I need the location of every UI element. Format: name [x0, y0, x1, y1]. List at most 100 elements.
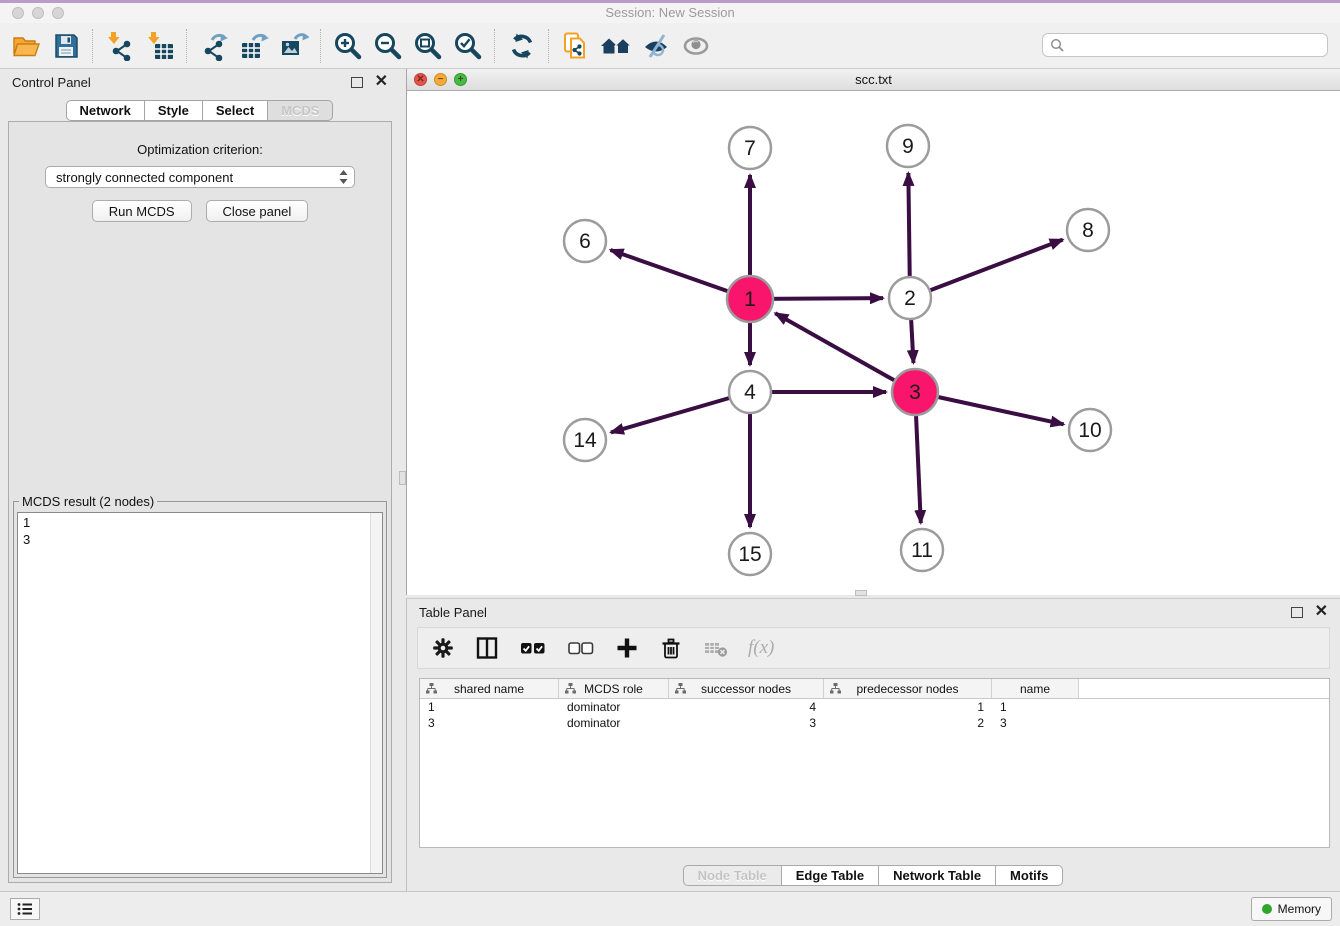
zoom-in-button[interactable] [328, 26, 368, 66]
import-table-button[interactable] [140, 26, 180, 66]
table-cell[interactable]: 1 [420, 700, 559, 714]
table-cell[interactable]: 1 [992, 700, 1079, 714]
table-cell[interactable]: dominator [559, 716, 669, 730]
tab-select[interactable]: Select [202, 100, 268, 121]
first-neighbors-button[interactable] [596, 26, 636, 66]
function-builder-icon[interactable]: f(x) [748, 637, 774, 659]
apply-layout-button[interactable] [502, 26, 542, 66]
table-panel-title: Table Panel [419, 605, 487, 620]
create-column-button[interactable] [614, 635, 640, 661]
graph-node-10[interactable]: 10 [1069, 409, 1111, 451]
table-row[interactable]: 1dominator411 [420, 699, 1329, 715]
graph-node-1[interactable]: 1 [727, 276, 773, 322]
column-header-name[interactable]: name [992, 679, 1079, 698]
graph-edge-2-8[interactable] [910, 240, 1063, 298]
table-cell[interactable]: dominator [559, 700, 669, 714]
save-session-button[interactable] [46, 26, 86, 66]
table-cell[interactable]: 3 [992, 716, 1079, 730]
table-cell[interactable]: 1 [824, 700, 992, 714]
control-panel: Control Panel ✕ Network Style Select MCD… [0, 69, 400, 887]
network-minimize-button[interactable]: − [434, 73, 447, 86]
export-image-icon [279, 31, 309, 61]
delete-table-button[interactable] [702, 635, 730, 661]
column-header-MCDS-role[interactable]: MCDS role [559, 679, 669, 698]
table-cell[interactable]: 3 [420, 716, 559, 730]
tab-network-table[interactable]: Network Table [878, 865, 996, 886]
graph-node-3[interactable]: 3 [892, 369, 938, 415]
traffic-lights [12, 7, 64, 19]
export-network-button[interactable] [194, 26, 234, 66]
run-mcds-button[interactable]: Run MCDS [92, 200, 192, 222]
column-sort-icon [830, 683, 841, 694]
network-canvas[interactable]: 7 9 6 8 1 2 4 3 14 10 15 11 [407, 91, 1340, 595]
delete-column-button[interactable] [658, 635, 684, 661]
tab-edge-table[interactable]: Edge Table [781, 865, 879, 886]
table-cell[interactable]: 3 [669, 716, 824, 730]
table-panel: Table Panel ✕ [406, 598, 1340, 893]
table-cell[interactable]: 2 [824, 716, 992, 730]
table-cell[interactable]: 4 [669, 700, 824, 714]
select-all-columns-button[interactable] [518, 635, 548, 661]
deselect-all-columns-button[interactable] [566, 635, 596, 661]
toolbar-separator [320, 29, 322, 63]
import-network-button[interactable] [100, 26, 140, 66]
float-panel-icon[interactable] [351, 77, 363, 88]
graph-node-2[interactable]: 2 [889, 277, 931, 319]
export-image-button[interactable] [274, 26, 314, 66]
homes-icon [600, 31, 632, 61]
memory-status-icon [1262, 904, 1272, 914]
zoom-fit-button[interactable] [408, 26, 448, 66]
zoom-in-icon [333, 31, 363, 61]
network-maximize-button[interactable]: + [454, 73, 467, 86]
tab-style[interactable]: Style [144, 100, 203, 121]
network-close-button[interactable]: ✕ [414, 73, 427, 86]
graph-node-label: 2 [904, 287, 916, 310]
zoom-selected-button[interactable] [448, 26, 488, 66]
export-table-button[interactable] [234, 26, 274, 66]
column-sort-icon [426, 683, 437, 694]
graph-node-15[interactable]: 15 [729, 533, 771, 575]
splitter-grip-horizontal[interactable] [855, 590, 867, 596]
tab-motifs[interactable]: Motifs [995, 865, 1063, 886]
close-table-panel-icon[interactable]: ✕ [1315, 607, 1328, 617]
column-header-shared-name[interactable]: shared name [420, 679, 559, 698]
window-close-button[interactable] [12, 7, 24, 19]
graph-node-6[interactable]: 6 [564, 220, 606, 262]
graph-node-14[interactable]: 14 [564, 419, 606, 461]
hide-details-button[interactable] [636, 26, 676, 66]
column-header-predecessor-nodes[interactable]: predecessor nodes [824, 679, 992, 698]
node-table: shared nameMCDS rolesuccessor nodesprede… [419, 678, 1330, 848]
task-history-button[interactable] [10, 898, 40, 920]
graph-node-label: 10 [1078, 419, 1101, 442]
float-table-panel-icon[interactable] [1291, 607, 1303, 618]
tab-mcds[interactable]: MCDS [267, 100, 333, 121]
optimization-criterion-select[interactable]: strongly connected component [45, 166, 355, 188]
deselect-all-icon [568, 636, 594, 660]
tab-node-table[interactable]: Node Table [683, 865, 782, 886]
window-zoom-button[interactable] [52, 7, 64, 19]
splitter-grip-vertical[interactable] [399, 471, 406, 485]
open-session-button[interactable] [6, 26, 46, 66]
graph-node-8[interactable]: 8 [1067, 209, 1109, 251]
memory-button[interactable]: Memory [1251, 897, 1332, 921]
graph-node-7[interactable]: 7 [729, 127, 771, 169]
close-panel-button[interactable]: Close panel [206, 200, 309, 222]
table-settings-button[interactable] [430, 635, 456, 661]
graph-node-11[interactable]: 11 [901, 529, 943, 571]
close-panel-icon[interactable]: ✕ [375, 77, 388, 87]
show-details-button[interactable] [676, 26, 716, 66]
graph-node-4[interactable]: 4 [729, 371, 771, 413]
column-layout-button[interactable] [474, 635, 500, 661]
window-minimize-button[interactable] [32, 7, 44, 19]
search-input[interactable] [1065, 37, 1320, 54]
control-panel-tabs: Network Style Select MCDS [0, 100, 400, 121]
column-header-successor-nodes[interactable]: successor nodes [669, 679, 824, 698]
clone-network-button[interactable] [556, 26, 596, 66]
graph-node-9[interactable]: 9 [887, 125, 929, 167]
tab-network[interactable]: Network [66, 100, 145, 121]
delete-table-icon [703, 636, 729, 660]
table-row[interactable]: 3dominator323 [420, 715, 1329, 731]
result-scrollbar[interactable] [370, 513, 382, 873]
mcds-result-text[interactable]: 1 3 [17, 512, 383, 874]
zoom-out-button[interactable] [368, 26, 408, 66]
